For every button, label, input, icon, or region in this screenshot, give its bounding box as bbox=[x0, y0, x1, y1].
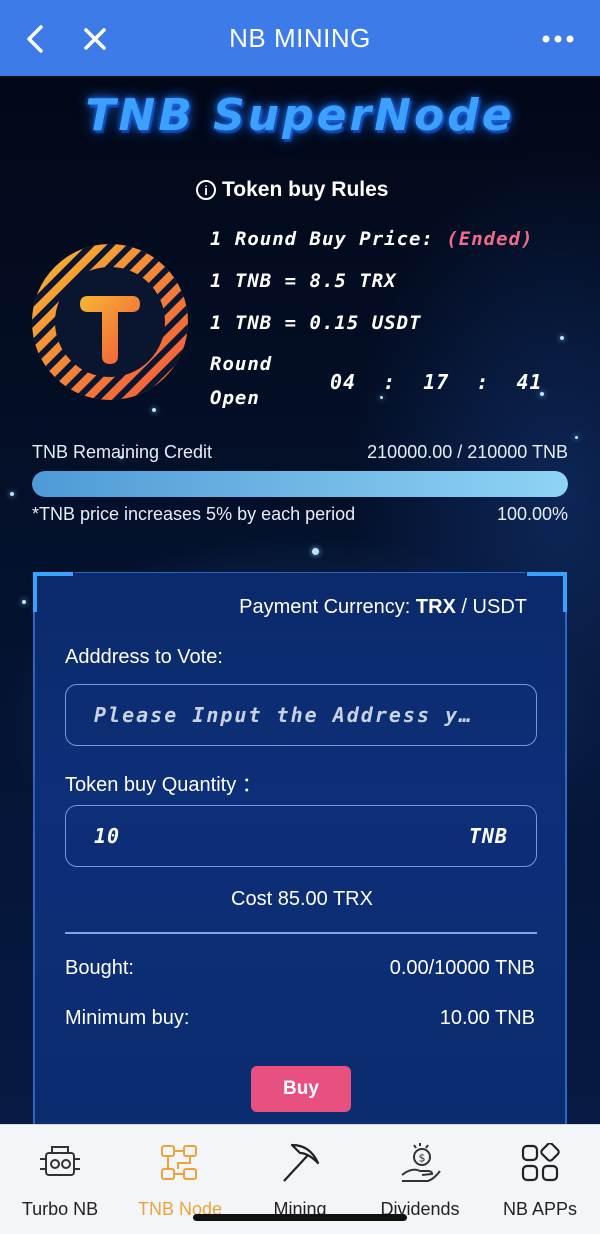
node-network-icon bbox=[158, 1141, 202, 1185]
round-price-label: 1 Round Buy Price: bbox=[210, 228, 434, 250]
payment-label: Payment Currency: bbox=[239, 596, 411, 618]
credit-progress-bar bbox=[32, 471, 568, 497]
tab-turbo-nb[interactable]: Turbo NB bbox=[0, 1125, 120, 1234]
engine-icon bbox=[38, 1141, 82, 1185]
tab-nb-apps[interactable]: NB APPs bbox=[480, 1125, 600, 1234]
timer-sep: : bbox=[383, 370, 397, 394]
page-title: NB MINING bbox=[229, 22, 371, 53]
round-price-line: 1 Round Buy Price: (Ended) bbox=[210, 228, 533, 250]
address-placeholder: Please Input the Address y… bbox=[94, 703, 474, 727]
rules-label: Token buy Rules bbox=[222, 178, 389, 201]
close-icon[interactable] bbox=[80, 24, 110, 54]
home-indicator bbox=[193, 1214, 407, 1221]
cost-text: Cost 85.00 TRX bbox=[231, 888, 373, 910]
buy-button[interactable]: Buy bbox=[251, 1066, 351, 1112]
credit-percent: 100.00% bbox=[496, 504, 568, 524]
currency-usdt-option[interactable]: USDT bbox=[473, 596, 527, 618]
currency-sep: / bbox=[461, 596, 467, 618]
quantity-input[interactable]: 10 TNB bbox=[65, 805, 537, 867]
supernode-title: TNB SuperNode bbox=[85, 90, 515, 141]
timer-hours: 04 bbox=[330, 370, 357, 394]
payment-currency: Payment Currency: TRX / USDT bbox=[239, 596, 527, 619]
svg-text:$: $ bbox=[419, 1152, 426, 1165]
round-open-label-1: Round bbox=[210, 353, 273, 375]
tab-label: NB APPs bbox=[502, 1199, 578, 1219]
credit-progress-fill bbox=[32, 471, 568, 497]
more-horizontal-icon[interactable] bbox=[540, 24, 576, 54]
minimum-buy-value: 10.00 TNB bbox=[439, 1007, 535, 1029]
purchase-card: Payment Currency: TRX / USDT Adddress to… bbox=[33, 572, 567, 1124]
timer-sep: : bbox=[476, 370, 490, 394]
top-nav-bar: NB MINING bbox=[0, 0, 600, 76]
chevron-left-icon[interactable] bbox=[20, 24, 50, 54]
apps-grid-icon bbox=[518, 1141, 562, 1185]
pickaxe-icon bbox=[278, 1141, 322, 1185]
token-buy-rules-link[interactable]: i Token buy Rules bbox=[196, 176, 388, 204]
round-timer: 04 : 17 : 41 bbox=[330, 370, 543, 394]
timer-seconds: 41 bbox=[516, 370, 543, 394]
tab-label: Turbo NB bbox=[21, 1199, 99, 1219]
round-open-label-2: Open bbox=[210, 387, 260, 409]
rate-usdt: 1 TNB = 0.15 USDT bbox=[210, 312, 422, 334]
divider bbox=[65, 932, 537, 934]
minimum-buy-label: Minimum buy: bbox=[65, 1007, 190, 1029]
bought-value: 0.00/10000 TNB bbox=[389, 957, 535, 979]
quantity-unit: TNB bbox=[468, 824, 508, 848]
remaining-credit-label: TNB Remaining Credit bbox=[32, 442, 213, 462]
bought-label: Bought: bbox=[65, 957, 134, 979]
address-input[interactable]: Please Input the Address y… bbox=[65, 684, 537, 746]
timer-minutes: 17 bbox=[423, 370, 450, 394]
rate-trx: 1 TNB = 8.5 TRX bbox=[210, 270, 397, 292]
round-status: (Ended) bbox=[446, 228, 534, 250]
tnb-logo bbox=[31, 244, 188, 400]
quantity-value: 10 bbox=[94, 824, 121, 848]
info-icon: i bbox=[196, 180, 216, 200]
currency-trx-option[interactable]: TRX bbox=[416, 596, 456, 618]
remaining-credit-value: 210000.00 / 210000 TNB bbox=[367, 442, 568, 462]
address-label: Adddress to Vote: bbox=[65, 646, 223, 668]
dividend-hand-coin-icon: $ bbox=[398, 1141, 442, 1185]
quantity-label: Token buy Quantity ： bbox=[65, 774, 262, 796]
price-increase-note: *TNB price increases 5% by each period bbox=[32, 504, 356, 524]
